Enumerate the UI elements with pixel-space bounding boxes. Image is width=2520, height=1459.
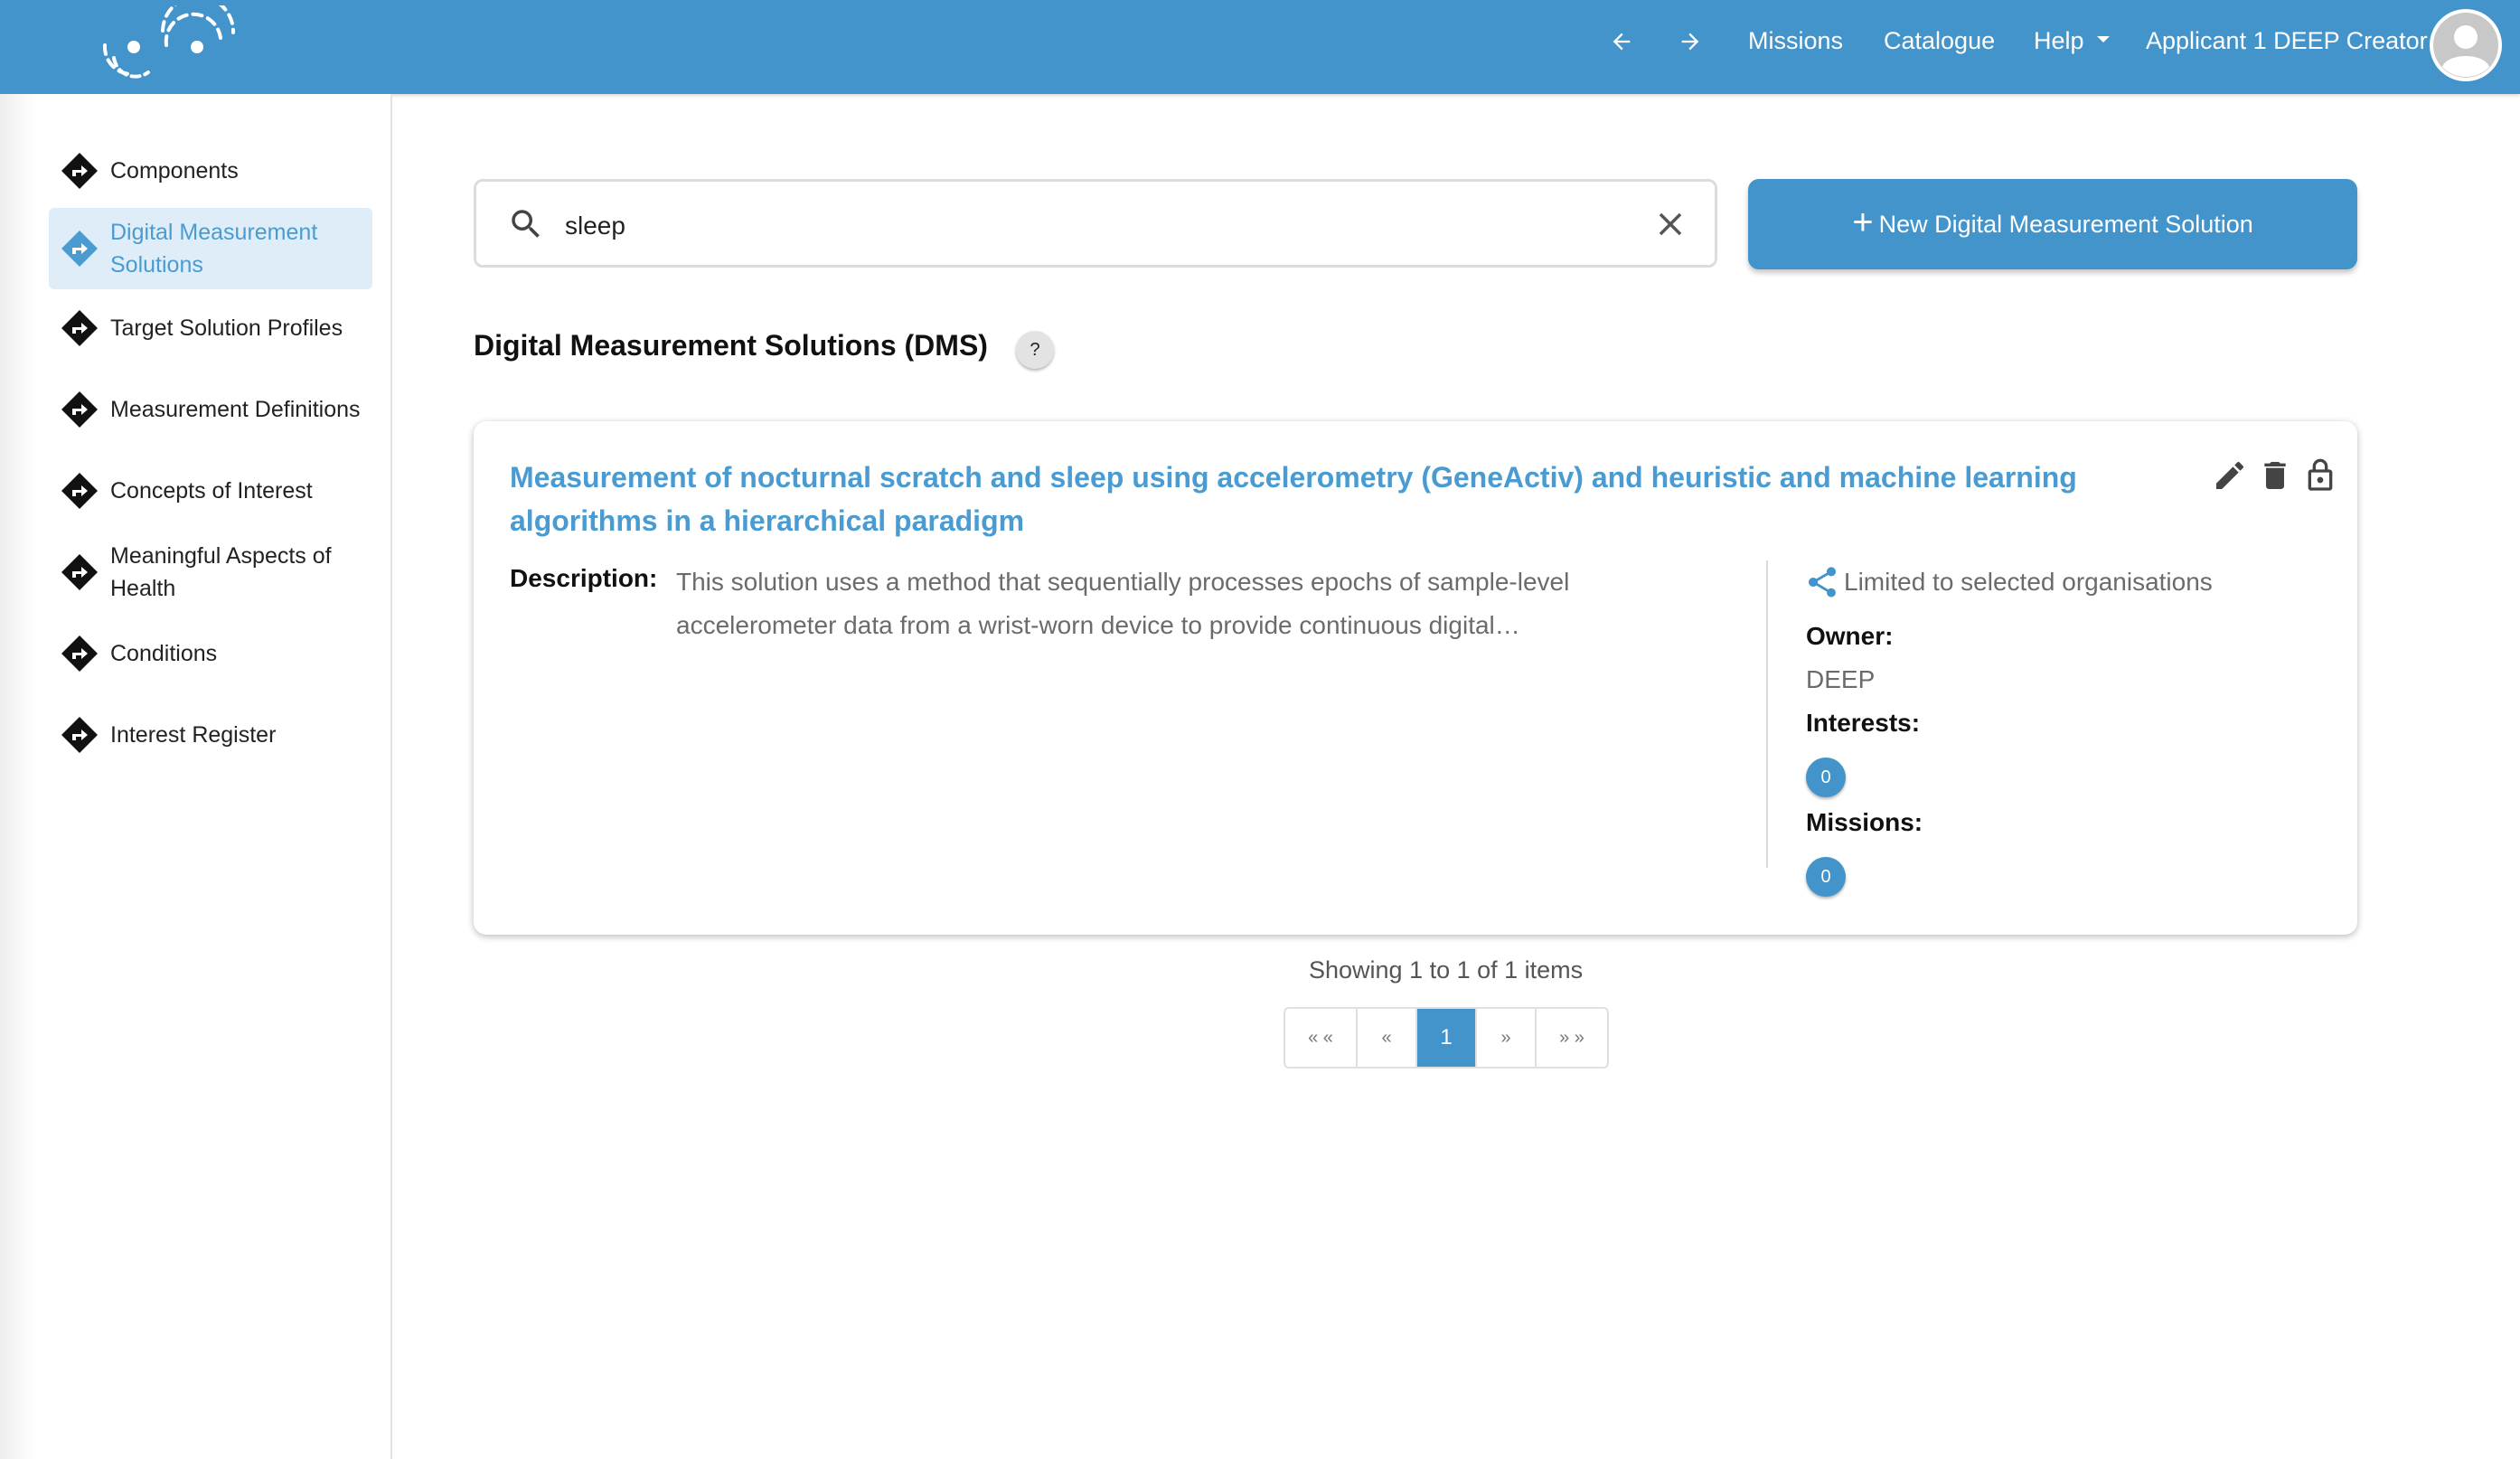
top-navbar: Missions Catalogue Help Applicant 1 DEEP… (0, 0, 2520, 94)
logo (102, 5, 236, 79)
result-title-link[interactable]: Measurement of nocturnal scratch and sle… (510, 456, 2101, 542)
pagination: « « « 1 » » » (1284, 1007, 1609, 1068)
sidebar-item-label: Digital Measurement Solutions (110, 220, 318, 278)
user-avatar-icon (2433, 13, 2498, 78)
sidebar-item-label: Conditions (110, 641, 218, 666)
new-dms-button-label: New Digital Measurement Solution (1878, 210, 2253, 238)
lock-toggle-button[interactable] (2301, 456, 2339, 495)
owner-value: DEEP (1806, 665, 1876, 693)
sidebar-item-target-solution-profiles[interactable]: Target Solution Profiles (49, 297, 372, 360)
nav-help-dropdown[interactable]: Help (2034, 27, 2110, 55)
directions-icon (61, 391, 98, 428)
delete-button[interactable] (2256, 456, 2294, 495)
sidebar: Components Digital Measurement Solutions… (0, 94, 392, 1459)
forward-button[interactable] (1669, 20, 1712, 63)
sharing-label: Limited to selected organisations (1844, 568, 2213, 596)
chevron-down-icon (2096, 36, 2110, 43)
sidebar-item-label: Measurement Definitions (110, 397, 361, 422)
nav-user-name[interactable]: Applicant 1 DEEP Creator (2146, 27, 2428, 55)
new-dms-button[interactable]: + New Digital Measurement Solution (1748, 179, 2357, 269)
directions-icon (61, 554, 98, 590)
sidebar-item-label: Meaningful Aspects of Health (110, 543, 332, 601)
description-label: Description: (510, 564, 658, 592)
nav-help-label: Help (2034, 27, 2084, 54)
sidebar-item-digital-measurement-solutions[interactable]: Digital Measurement Solutions (49, 208, 372, 289)
page-next-button[interactable]: » (1477, 1009, 1537, 1067)
pagination-summary: Showing 1 to 1 of 1 items (1309, 956, 1584, 984)
help-badge[interactable]: ? (1016, 331, 1054, 369)
page-last-button[interactable]: » » (1537, 1009, 1607, 1067)
arrow-left-icon (1613, 33, 1631, 51)
sidebar-item-label: Components (110, 158, 239, 184)
sidebar-item-concepts-of-interest[interactable]: Concepts of Interest (49, 459, 372, 522)
back-button[interactable] (1600, 20, 1643, 63)
directions-icon (61, 635, 98, 672)
missions-label: Missions: (1806, 808, 1923, 836)
share-icon (1809, 567, 1836, 598)
interests-label: Interests: (1806, 709, 1921, 737)
divider (1766, 560, 1768, 868)
avatar[interactable] (2430, 9, 2502, 81)
directions-icon (61, 473, 98, 509)
sidebar-item-conditions[interactable]: Conditions (49, 622, 372, 685)
unlock-icon (2308, 458, 2333, 491)
sidebar-item-measurement-definitions[interactable]: Measurement Definitions (49, 378, 372, 441)
edit-button[interactable] (2211, 456, 2249, 495)
search-input[interactable] (563, 203, 1606, 249)
result-card: Measurement of nocturnal scratch and sle… (474, 421, 2357, 935)
directions-icon (61, 717, 98, 753)
close-icon[interactable] (1651, 205, 1689, 243)
plus-icon: + (1852, 202, 1874, 242)
search-box (474, 179, 1717, 268)
missions-count-badge[interactable]: 0 (1806, 857, 1846, 897)
sidebar-item-interest-register[interactable]: Interest Register (49, 703, 372, 767)
sidebar-item-meaningful-aspects-of-health[interactable]: Meaningful Aspects of Health (49, 532, 372, 613)
page-title: Digital Measurement Solutions (DMS) (474, 329, 988, 362)
directions-icon (61, 231, 98, 267)
sharing-status: Limited to selected organisations (1804, 564, 2213, 600)
page-current-button[interactable]: 1 (1417, 1009, 1477, 1067)
trash-icon (2264, 462, 2286, 489)
card-actions (2211, 456, 2339, 495)
directions-icon (61, 310, 98, 346)
nav-catalogue[interactable]: Catalogue (1884, 27, 1995, 55)
sidebar-item-label: Target Solution Profiles (110, 315, 343, 341)
description-text: This solution uses a method that sequent… (676, 568, 1570, 639)
sidebar-item-components[interactable]: Components (49, 139, 372, 202)
arrow-right-icon (1681, 33, 1699, 51)
sidebar-item-label: Concepts of Interest (110, 478, 313, 504)
pencil-icon (2216, 461, 2244, 489)
page-prev-button[interactable]: « (1358, 1009, 1417, 1067)
search-icon (512, 210, 540, 238)
interests-count-badge[interactable]: 0 (1806, 758, 1846, 797)
nav-missions[interactable]: Missions (1748, 27, 1843, 55)
directions-icon (61, 153, 98, 189)
owner-label: Owner: (1806, 622, 1894, 650)
page-first-button[interactable]: « « (1285, 1009, 1358, 1067)
sidebar-item-label: Interest Register (110, 722, 277, 748)
